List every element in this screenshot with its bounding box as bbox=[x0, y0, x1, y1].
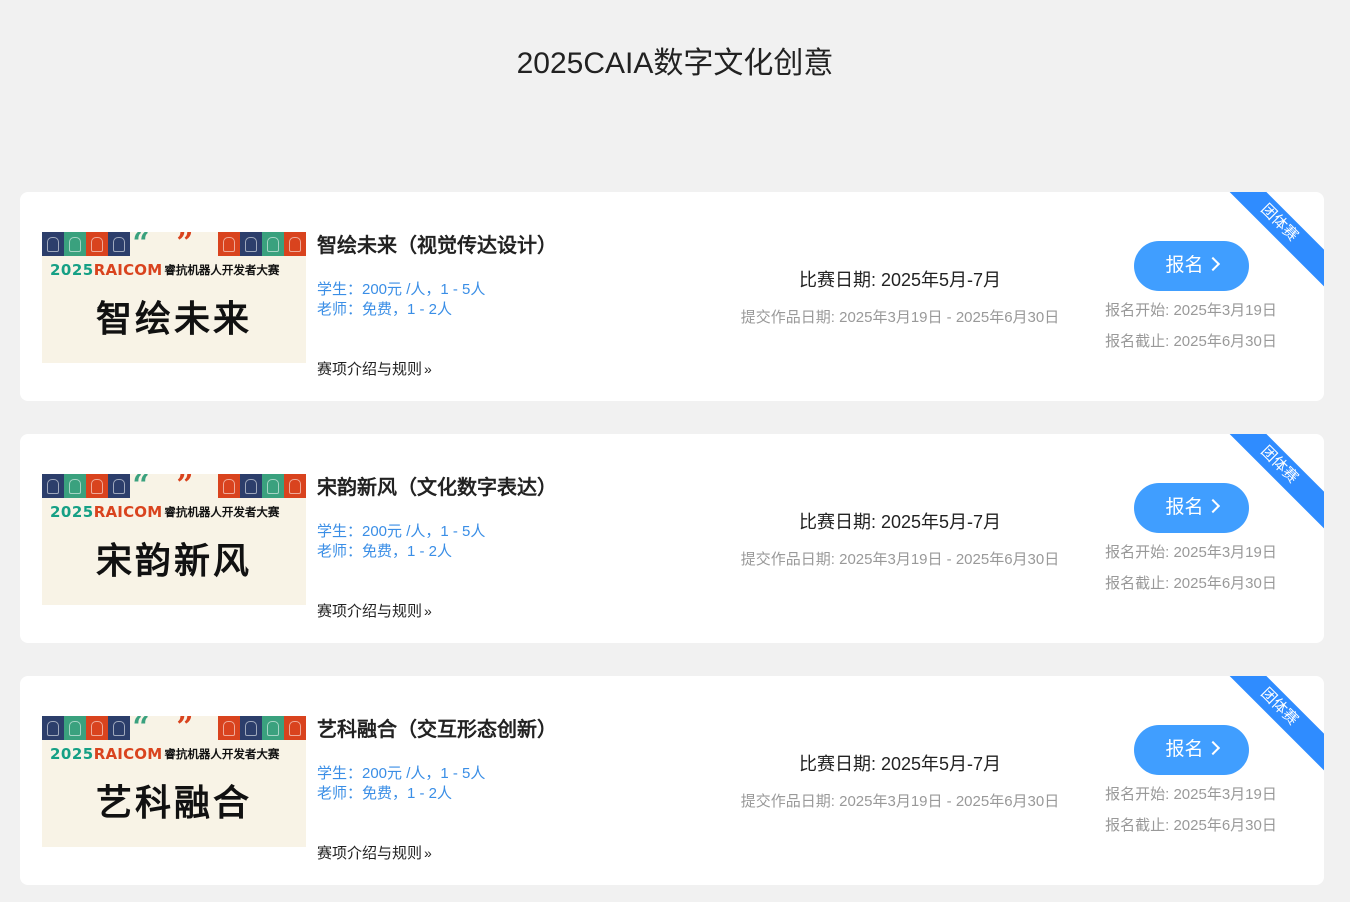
submit-date: 提交作品日期: 2025年3月19日 - 2025年6月30日 bbox=[740, 551, 1060, 568]
banner-title: 艺科融合 bbox=[95, 782, 252, 823]
double-chevron-right-icon: » bbox=[424, 603, 432, 619]
banner-brand: 2025 RAICOM 睿抗机器人开发者大赛 bbox=[50, 261, 280, 279]
competition-banner-image[interactable]: “ ” 2025 RAICOM 睿抗机器人开发者大赛 艺科融合 bbox=[42, 716, 306, 847]
registration-start: 报名开始: 2025年3月19日 bbox=[1105, 302, 1277, 319]
competition-name[interactable]: 艺科融合（交互形态创新） bbox=[317, 716, 557, 744]
competition-card: 团体赛 “ ” 2025 RAICOM 睿抗机器人开发者大赛 宋韵新风 宋韵新风（文… bbox=[20, 434, 1324, 643]
submit-date: 提交作品日期: 2025年3月19日 - 2025年6月30日 bbox=[740, 793, 1060, 810]
banner-brand: 2025 RAICOM 睿抗机器人开发者大赛 bbox=[50, 745, 280, 763]
teacher-fee: 老师：免费，1 - 2人 bbox=[317, 301, 453, 318]
rules-link-label: 赛项介绍与规则 bbox=[317, 361, 423, 378]
signup-button[interactable]: 报名 bbox=[1134, 725, 1249, 775]
banner-pattern-strip: “ ” bbox=[42, 232, 306, 260]
registration-deadline: 报名截止: 2025年6月30日 bbox=[1105, 575, 1277, 592]
competition-name[interactable]: 智绘未来（视觉传达设计） bbox=[317, 232, 557, 260]
teacher-fee: 老师：免费，1 - 2人 bbox=[317, 785, 453, 802]
rules-link[interactable]: 赛项介绍与规则» bbox=[317, 843, 432, 864]
banner-title: 智绘未来 bbox=[95, 298, 252, 339]
student-fee: 学生：200元 /人，1 - 5人 bbox=[317, 765, 486, 782]
competition-banner-image[interactable]: “ ” 2025 RAICOM 睿抗机器人开发者大赛 宋韵新风 bbox=[42, 474, 306, 605]
competition-card: 团体赛 “ ” 2025 RAICOM 睿抗机器人开发者大赛 智绘未来 智绘未来（视… bbox=[20, 192, 1324, 401]
rules-link[interactable]: 赛项介绍与规则» bbox=[317, 359, 432, 380]
competition-name[interactable]: 宋韵新风（文化数字表达） bbox=[317, 474, 557, 502]
chevron-right-icon bbox=[1205, 498, 1220, 514]
banner-brand: 2025 RAICOM 睿抗机器人开发者大赛 bbox=[50, 503, 280, 521]
double-chevron-right-icon: » bbox=[424, 845, 432, 861]
registration-start: 报名开始: 2025年3月19日 bbox=[1105, 544, 1277, 561]
double-chevron-right-icon: » bbox=[424, 361, 432, 377]
chevron-right-icon bbox=[1205, 256, 1220, 272]
submit-date: 提交作品日期: 2025年3月19日 - 2025年6月30日 bbox=[740, 309, 1060, 326]
page-title: 2025CAIA数字文化创意 bbox=[516, 47, 834, 80]
signup-button-label: 报名 bbox=[1165, 497, 1204, 518]
registration-start: 报名开始: 2025年3月19日 bbox=[1105, 786, 1277, 803]
competition-banner-image[interactable]: “ ” 2025 RAICOM 睿抗机器人开发者大赛 智绘未来 bbox=[42, 232, 306, 363]
banner-pattern-strip: “ ” bbox=[42, 716, 306, 744]
teacher-fee: 老师：免费，1 - 2人 bbox=[317, 543, 453, 560]
signup-button-label: 报名 bbox=[1165, 739, 1204, 760]
chevron-right-icon bbox=[1205, 740, 1220, 756]
registration-deadline: 报名截止: 2025年6月30日 bbox=[1105, 333, 1277, 350]
match-date: 比赛日期: 2025年5月-7月 bbox=[798, 512, 1002, 532]
match-date: 比赛日期: 2025年5月-7月 bbox=[798, 754, 1002, 774]
student-fee: 学生：200元 /人，1 - 5人 bbox=[317, 523, 486, 540]
rules-link[interactable]: 赛项介绍与规则» bbox=[317, 601, 432, 622]
rules-link-label: 赛项介绍与规则 bbox=[317, 603, 423, 620]
rules-link-label: 赛项介绍与规则 bbox=[317, 845, 423, 862]
banner-title: 宋韵新风 bbox=[95, 540, 252, 581]
signup-button-label: 报名 bbox=[1165, 255, 1204, 276]
competition-card: 团体赛 “ ” 2025 RAICOM 睿抗机器人开发者大赛 艺科融合 艺科融合（交… bbox=[20, 676, 1324, 885]
banner-pattern-strip: “ ” bbox=[42, 474, 306, 502]
signup-button[interactable]: 报名 bbox=[1134, 241, 1249, 291]
match-date: 比赛日期: 2025年5月-7月 bbox=[798, 270, 1002, 290]
signup-button[interactable]: 报名 bbox=[1134, 483, 1249, 533]
registration-deadline: 报名截止: 2025年6月30日 bbox=[1105, 817, 1277, 834]
student-fee: 学生：200元 /人，1 - 5人 bbox=[317, 281, 486, 298]
